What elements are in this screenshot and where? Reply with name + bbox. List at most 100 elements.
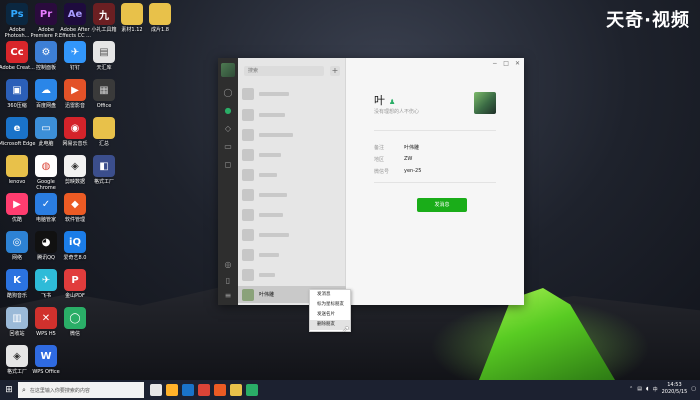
taskview-icon[interactable]	[150, 384, 162, 396]
field-value-remark[interactable]: 叶伟雕	[404, 144, 419, 151]
field-label-region: 地区	[374, 157, 385, 163]
app-icon: W	[35, 345, 57, 367]
edge-taskbar-icon[interactable]	[182, 384, 194, 396]
app-icon: ▮	[93, 117, 115, 139]
app-icon: ◧	[93, 155, 115, 177]
send-message-button[interactable]: 发消息	[417, 198, 467, 212]
app-icon: ▶	[6, 193, 28, 215]
menu-item-star-friend[interactable]: 标为星标朋友	[310, 300, 350, 310]
app-taskbar-icon[interactable]	[214, 384, 226, 396]
search-icon: ⌕	[22, 385, 26, 394]
minimize-button[interactable]: −	[492, 60, 497, 67]
taskbar-search-input[interactable]: ⌕ 在这里输入你要搜索的内容	[18, 382, 144, 398]
taskbar-search-placeholder: 在这里输入你要搜索的内容	[29, 387, 90, 394]
app-icon: ⚙	[35, 41, 57, 63]
file-explorer-icon[interactable]	[166, 384, 178, 396]
field-label-remark: 备注	[374, 145, 385, 151]
app-icon: ✕	[35, 307, 57, 329]
phone-icon[interactable]: ▯	[223, 276, 233, 285]
tray-ime-icon[interactable]: 中	[653, 386, 658, 393]
files-icon[interactable]: ▭	[223, 142, 233, 151]
desktop-icon-label: Office	[96, 103, 112, 109]
desktop-icon[interactable]: ▮ 汇总	[87, 117, 121, 147]
desktop-icon[interactable]: ◯ 微信	[58, 307, 92, 337]
start-button[interactable]: ⊞	[0, 380, 18, 400]
desktop-icon[interactable]: iQ 爱奇艺8.0	[58, 231, 92, 261]
tray-network-icon[interactable]: ▤	[637, 386, 642, 392]
app-icon: ◍	[35, 155, 57, 177]
list-item[interactable]	[238, 226, 346, 243]
user-avatar[interactable]	[221, 63, 235, 77]
desktop-icon[interactable]: ▤ 天汇库	[87, 41, 121, 71]
desktop-icon-label: 天汇库	[96, 65, 112, 71]
tray-volume-icon[interactable]: ◖	[646, 386, 649, 392]
desktop-icon[interactable]: ◧ 格式工厂	[87, 155, 121, 185]
divider	[374, 182, 496, 183]
list-item[interactable]	[238, 85, 346, 102]
mouse-cursor-icon: ➚	[342, 325, 350, 335]
tray-chevron-icon[interactable]: ⌃	[629, 386, 633, 392]
desktop-icon[interactable]: ◆ 软件管理	[58, 193, 92, 223]
contacts-icon[interactable]: ●	[223, 106, 233, 115]
person-icon: ♟	[389, 98, 396, 106]
desktop-icon[interactable]: ▮ 成片1.8	[143, 3, 177, 33]
app-icon: ◉	[64, 117, 86, 139]
notification-icon[interactable]: ▢	[691, 386, 696, 392]
window-controls: − □ ✕	[492, 60, 520, 67]
desktop-icon[interactable]: W WPS Office	[29, 345, 63, 375]
add-contact-button[interactable]: +	[330, 66, 340, 76]
app-icon: ◈	[6, 345, 28, 367]
contact-list: 搜索 + 叶伟雕	[238, 58, 346, 305]
desktop-icon-label: 格式工厂	[93, 179, 114, 185]
moments-icon[interactable]: ◻	[223, 160, 233, 169]
system-tray: ⌃ ▤ ◖ 中 14:53 2020/5/15 ▢	[629, 382, 696, 396]
app-icon: Pr	[35, 3, 57, 25]
list-item[interactable]	[238, 246, 346, 263]
list-item[interactable]	[238, 186, 346, 203]
field-value-region: ZW	[404, 156, 413, 162]
app-icon: ▣	[6, 79, 28, 101]
close-button[interactable]: ✕	[515, 60, 520, 67]
desktop-icon-label: 微信	[69, 331, 80, 337]
search-input[interactable]: 搜索	[244, 66, 324, 76]
app-icon: Ps	[6, 3, 28, 25]
list-item[interactable]	[238, 206, 346, 223]
list-item[interactable]	[238, 126, 346, 143]
contact-title: 叶 ♟	[374, 92, 395, 108]
desktop-icon-label: WPS Office	[32, 369, 60, 375]
contact-avatar[interactable]	[474, 92, 496, 114]
contact-signature: 没有理想的人不伤心	[374, 109, 420, 115]
mini-program-icon[interactable]: ◎	[223, 260, 233, 269]
desktop-icon[interactable]: ▦ Office	[87, 79, 121, 109]
app-icon: ✓	[35, 193, 57, 215]
app-icon: 九	[93, 3, 115, 25]
taskbar: ⊞ ⌕ 在这里输入你要搜索的内容 ⌃ ▤ ◖ 中 14:53 2020/5/15…	[0, 380, 700, 400]
menu-icon[interactable]: ≡	[223, 291, 233, 300]
wechat-taskbar-icon[interactable]	[246, 384, 258, 396]
chat-icon[interactable]: ◯	[223, 88, 233, 97]
app-icon: ◎	[6, 231, 28, 253]
folder-taskbar-icon[interactable]	[230, 384, 242, 396]
app-icon: ▮	[149, 3, 171, 25]
list-item[interactable]	[238, 146, 346, 163]
chrome-taskbar-icon[interactable]	[198, 384, 210, 396]
app-icon: Ae	[64, 3, 86, 25]
app-icon: ◕	[35, 231, 57, 253]
favorites-icon[interactable]: ◇	[223, 124, 233, 133]
list-item[interactable]	[238, 266, 346, 283]
desktop-icon[interactable]: P 金山PDF	[58, 269, 92, 299]
menu-item-send-message[interactable]: 发消息	[310, 290, 350, 300]
taskbar-apps	[150, 384, 258, 396]
maximize-button[interactable]: □	[503, 60, 509, 67]
app-icon: ☁	[35, 79, 57, 101]
field-label-wechat-id: 微信号	[374, 169, 390, 175]
list-item[interactable]	[238, 166, 346, 183]
menu-item-send-card[interactable]: 发送名片	[310, 310, 350, 320]
desktop-icon-label: 软件管理	[64, 217, 85, 223]
list-item[interactable]	[238, 106, 346, 123]
app-icon: ◈	[64, 155, 86, 177]
app-icon: ◆	[64, 193, 86, 215]
app-icon: ▤	[93, 41, 115, 63]
desktop-icon-label: 成片1.8	[151, 27, 169, 33]
clock[interactable]: 14:53 2020/5/15	[662, 382, 688, 396]
